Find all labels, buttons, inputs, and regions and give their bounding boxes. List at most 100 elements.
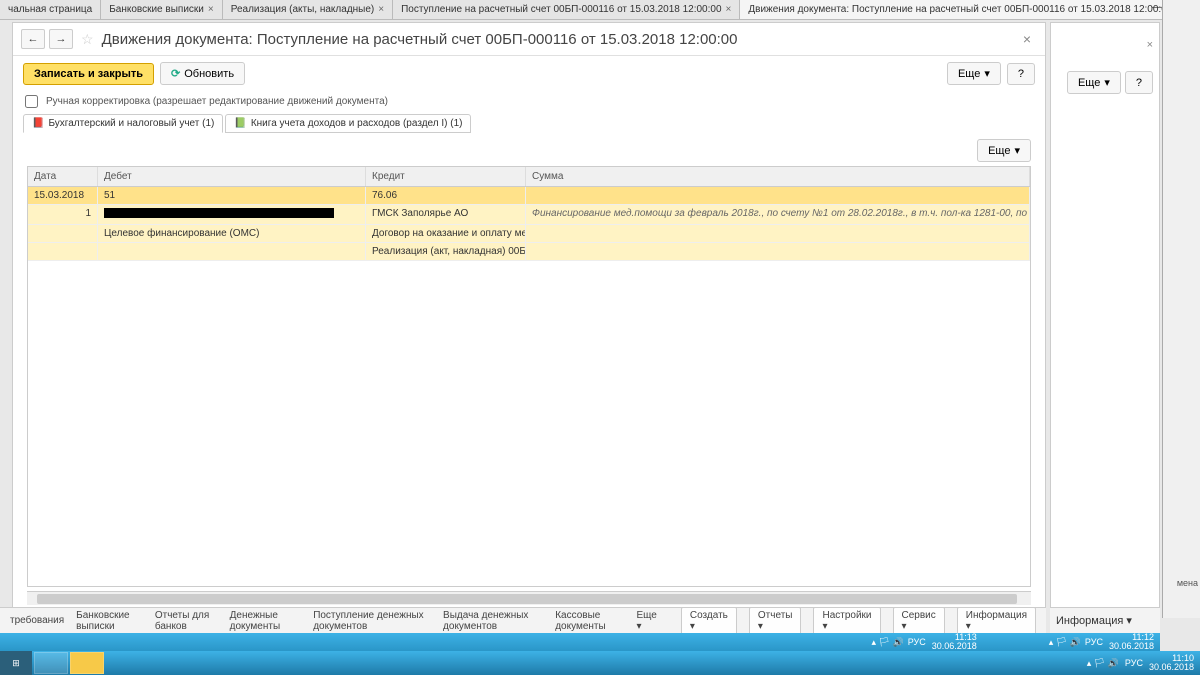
- nav-link[interactable]: Отчеты для банков: [155, 610, 218, 632]
- subtab-income-book[interactable]: 📗Книга учета доходов и расходов (раздел …: [225, 114, 471, 133]
- nav-link[interactable]: Денежные документы: [230, 610, 302, 632]
- forward-button[interactable]: →: [49, 29, 73, 49]
- nav-link[interactable]: требования: [10, 615, 64, 626]
- tab-receipt[interactable]: Поступление на расчетный счет 00БП-00011…: [393, 0, 740, 19]
- grid-body: 15.03.2018 51 76.06 1 ГМСК Заполярье АО …: [28, 187, 1030, 586]
- nav-more[interactable]: Еще ▾: [637, 610, 657, 632]
- create-button[interactable]: Создать ▾: [681, 607, 737, 635]
- star-icon[interactable]: ☆: [81, 31, 94, 48]
- btn-label: Отчеты: [758, 610, 793, 621]
- page-title: Движения документа: Поступление на расче…: [102, 31, 1013, 48]
- close-icon[interactable]: ×: [208, 4, 214, 15]
- manual-correction-checkbox[interactable]: [25, 95, 38, 108]
- lang-indicator[interactable]: РУС: [1085, 637, 1103, 647]
- col-date[interactable]: Дата: [28, 167, 98, 186]
- grid-header: Дата Дебет Кредит Сумма: [28, 167, 1030, 187]
- close-icon[interactable]: ×: [378, 4, 384, 15]
- redacted-text: [104, 208, 334, 218]
- cell-empty: [28, 225, 98, 243]
- info-button[interactable]: Информация ▾: [957, 607, 1036, 635]
- horizontal-scrollbar[interactable]: [27, 591, 1031, 605]
- more-label: Еще: [1078, 77, 1100, 89]
- tray-clock[interactable]: 11:1330.06.2018: [932, 633, 977, 651]
- manual-correction-row: Ручная корректировка (разрешает редактир…: [13, 91, 1045, 112]
- more-label: Еще: [637, 610, 657, 621]
- btn-label: Создать: [690, 610, 728, 621]
- toolbar: Записать и закрыть ⟳Обновить Еще ▾ ?: [13, 56, 1045, 91]
- main-frame: ← → ☆ Движения документа: Поступление на…: [12, 22, 1046, 616]
- date-text: 30.06.2018: [1149, 663, 1194, 672]
- cell-empty: [28, 243, 98, 261]
- save-close-button[interactable]: Записать и закрыть: [23, 63, 154, 85]
- more-button[interactable]: Еще ▾: [947, 62, 1001, 85]
- more-label: Еще: [958, 68, 980, 80]
- cell-credit: Договор на оказание и оплату медицин...: [366, 225, 526, 243]
- date-text: 30.06.2018: [1109, 642, 1154, 651]
- col-sum[interactable]: Сумма: [526, 167, 1030, 186]
- service-button[interactable]: Сервис ▾: [893, 607, 945, 635]
- nav-link[interactable]: Поступление денежных документов: [313, 610, 431, 632]
- tray-icons[interactable]: ▴ 🏳 🔊 РУС: [872, 637, 926, 648]
- cell-credit: ГМСК Заполярье АО: [366, 205, 526, 225]
- cell-sum: [526, 187, 1030, 205]
- refresh-button[interactable]: ⟳Обновить: [160, 62, 245, 85]
- tray-clock-3[interactable]: 11:1030.06.2018: [1149, 654, 1194, 672]
- nav-link[interactable]: Выдача денежных документов: [443, 610, 543, 632]
- scrollbar-thumb[interactable]: [37, 594, 1017, 604]
- nav-link[interactable]: Кассовые документы: [555, 610, 624, 632]
- btn-label: Информация: [966, 610, 1027, 621]
- settings-button[interactable]: Настройки ▾: [813, 607, 880, 635]
- cell-empty: [526, 225, 1030, 243]
- tray-icons-2[interactable]: ▴ 🏳 🔊 РУС: [1049, 637, 1103, 648]
- taskbar-app[interactable]: [34, 652, 68, 674]
- side-more-button[interactable]: Еще ▾: [1067, 71, 1121, 94]
- close-icon[interactable]: ×: [726, 4, 732, 15]
- lang-indicator[interactable]: РУС: [908, 637, 926, 647]
- nav-link[interactable]: Банковские выписки: [76, 610, 143, 632]
- reports-button[interactable]: Отчеты ▾: [749, 607, 802, 635]
- subtabs: 📕Бухгалтерский и налоговый учет (1) 📗Кни…: [13, 112, 1045, 135]
- cell-credit: 76.06: [366, 187, 526, 205]
- side-close-icon[interactable]: ×: [1147, 39, 1153, 51]
- tab-label: Поступление на расчетный счет 00БП-00011…: [401, 4, 721, 15]
- panel-close-icon[interactable]: ×: [1017, 31, 1037, 47]
- outer-side-strip: мена: [1162, 0, 1200, 618]
- help-button[interactable]: ?: [1007, 63, 1035, 85]
- table-row[interactable]: 1 ГМСК Заполярье АО Финансирование мед.п…: [28, 205, 1030, 225]
- refresh-label: Обновить: [184, 68, 234, 80]
- tab-label: Реализация (акты, накладные): [231, 4, 375, 15]
- taskbar-app[interactable]: [70, 652, 104, 674]
- tab-bank[interactable]: Банковские выписки ×: [101, 0, 223, 19]
- cell-debit: 51: [98, 187, 366, 205]
- col-credit[interactable]: Кредит: [366, 167, 526, 186]
- table-row[interactable]: 15.03.2018 51 76.06: [28, 187, 1030, 205]
- subtab-accounting[interactable]: 📕Бухгалтерский и налоговый учет (1): [23, 114, 223, 133]
- tray-icons-3[interactable]: ▴ 🏳 🔊: [1087, 658, 1119, 669]
- table-row[interactable]: Целевое финансирование (ОМС) Договор на …: [28, 225, 1030, 243]
- subtab-label: Бухгалтерский и налоговый учет (1): [48, 118, 214, 129]
- tray-clock-2[interactable]: 11:1230.06.2018: [1109, 633, 1154, 651]
- tab-label: Банковские выписки: [109, 4, 204, 15]
- start-button[interactable]: ⊞: [0, 651, 32, 675]
- movements-grid: Дата Дебет Кредит Сумма 15.03.2018 51 76…: [27, 166, 1031, 587]
- outer-taskbar: ⊞ ▴ 🏳 🔊 РУС 11:1030.06.2018: [0, 651, 1200, 675]
- tab-label: чальная страница: [8, 4, 92, 15]
- grid-more-button[interactable]: Еще ▾: [977, 139, 1031, 162]
- cell-num: 1: [28, 205, 98, 225]
- btn-label: Сервис: [902, 610, 936, 621]
- cell-sum: Финансирование мед.помощи за февраль 201…: [526, 205, 1030, 225]
- tab-realization[interactable]: Реализация (акты, накладные)×: [223, 0, 393, 19]
- side-help-button[interactable]: ?: [1125, 71, 1153, 94]
- btn-label: Информация: [1056, 615, 1123, 627]
- cell-debit: Целевое финансирование (ОМС): [98, 225, 366, 243]
- cell-date: 15.03.2018: [28, 187, 98, 205]
- lang-indicator[interactable]: РУС: [1125, 658, 1143, 668]
- table-row[interactable]: Реализация (акт, накладная) 00БП-0000...: [28, 243, 1030, 261]
- tab-movements[interactable]: Движения документа: Поступление на расче…: [740, 0, 1191, 19]
- side-info-button[interactable]: Информация ▾: [1056, 614, 1132, 627]
- bottom-nav: требования Банковские выписки Отчеты для…: [0, 607, 1046, 633]
- cell-debit: [98, 205, 366, 225]
- back-button[interactable]: ←: [21, 29, 45, 49]
- tab-home[interactable]: чальная страница: [0, 0, 101, 19]
- col-debit[interactable]: Дебет: [98, 167, 366, 186]
